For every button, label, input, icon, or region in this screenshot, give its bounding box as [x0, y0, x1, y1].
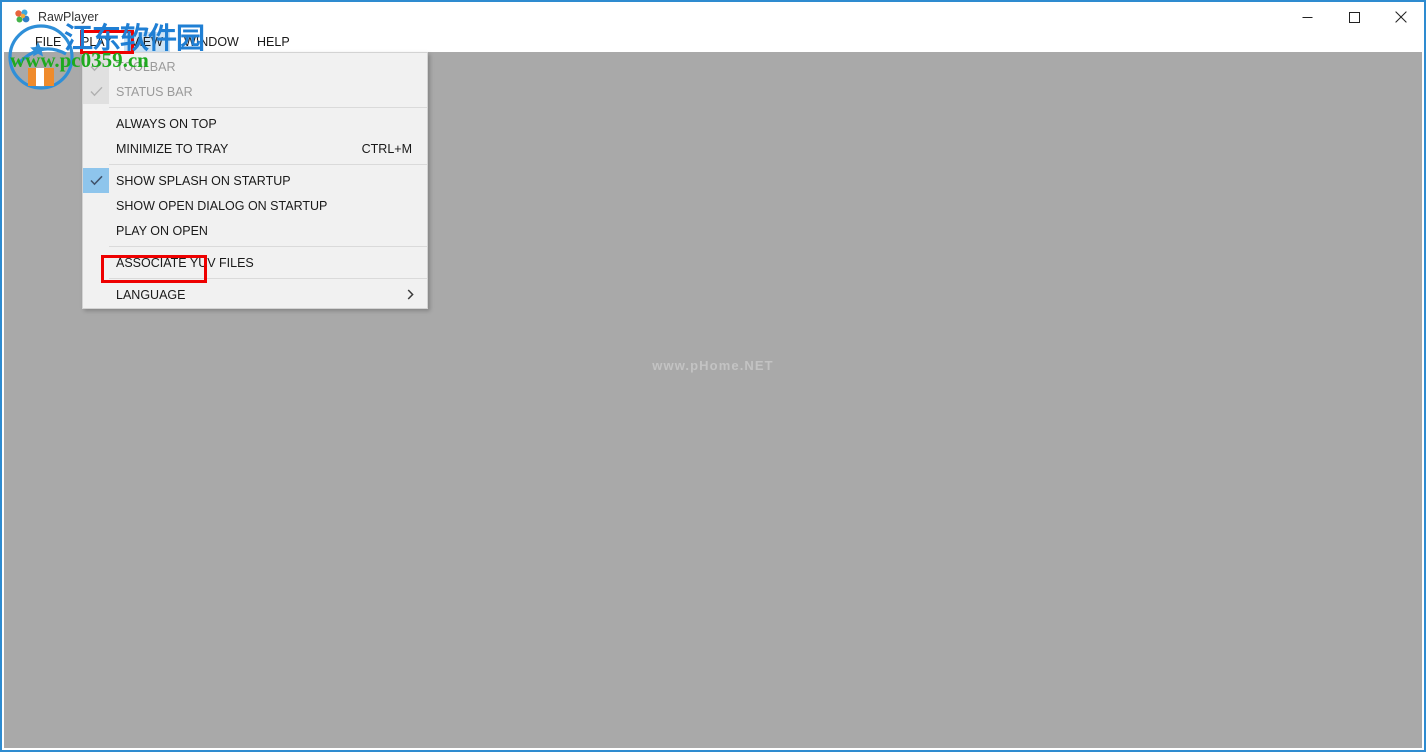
menu-separator	[109, 164, 427, 165]
menu-separator	[109, 107, 427, 108]
menubar-item-file[interactable]: FILE	[28, 32, 68, 52]
minimize-button[interactable]	[1284, 2, 1330, 32]
checkmark-gutter	[83, 250, 109, 275]
menubar-item-window[interactable]: WINDOW	[177, 32, 246, 52]
window-title: RawPlayer	[38, 10, 99, 24]
maximize-icon	[1348, 11, 1360, 23]
menu-item-minimize-to-tray[interactable]: MINIMIZE TO TRAY CTRL+M	[83, 136, 427, 161]
menu-item-label: SHOW OPEN DIALOG ON STARTUP	[116, 198, 328, 213]
checkmark-gutter	[83, 136, 109, 161]
menu-item-show-open-dialog-on-startup[interactable]: SHOW OPEN DIALOG ON STARTUP	[83, 193, 427, 218]
menu-item-always-on-top[interactable]: ALWAYS ON TOP	[83, 111, 427, 136]
menu-item-language[interactable]: LANGUAGE	[83, 282, 427, 307]
menu-item-shortcut: CTRL+M	[361, 141, 412, 156]
menu-item-label: MINIMIZE TO TRAY	[116, 141, 229, 156]
checkmark-icon	[89, 86, 103, 97]
menu-bar: FILE PLAY VIEW WINDOW HELP	[2, 32, 1424, 52]
checkmark-icon	[89, 175, 103, 186]
chevron-right-icon	[407, 289, 427, 300]
close-button[interactable]	[1378, 2, 1424, 32]
menu-item-label: PLAY ON OPEN	[116, 223, 208, 238]
checkmark-gutter	[83, 193, 109, 218]
menubar-item-play[interactable]: PLAY	[74, 32, 119, 52]
checkmark-gutter	[83, 111, 109, 136]
menu-item-status-bar[interactable]: STATUS BAR	[83, 79, 427, 104]
menu-item-show-splash-on-startup[interactable]: SHOW SPLASH ON STARTUP	[83, 168, 427, 193]
menu-item-label: SHOW SPLASH ON STARTUP	[116, 173, 291, 188]
menu-separator	[109, 246, 427, 247]
menubar-item-help[interactable]: HELP	[250, 32, 297, 52]
title-bar: RawPlayer	[2, 2, 1424, 32]
menu-item-toolbar[interactable]: TOOLBAR	[83, 54, 427, 79]
menu-separator	[109, 278, 427, 279]
minimize-icon	[1302, 16, 1312, 18]
menu-item-label: ASSOCIATE YUV FILES	[116, 255, 254, 270]
toolbar-checkmark-gutter	[83, 54, 109, 79]
checkmark-gutter	[83, 282, 109, 307]
rawplayer-logo-icon	[14, 9, 31, 26]
menu-item-label: STATUS BAR	[116, 84, 193, 99]
close-icon	[1395, 11, 1407, 23]
maximize-button[interactable]	[1331, 2, 1377, 32]
checkmark-icon	[89, 61, 103, 72]
menu-item-play-on-open[interactable]: PLAY ON OPEN	[83, 218, 427, 243]
content-watermark-text: www.pHome.NET	[652, 358, 774, 373]
menu-item-label: ALWAYS ON TOP	[116, 116, 217, 131]
view-dropdown-menu: TOOLBAR STATUS BAR ALWAYS ON TOP MINIMIZ…	[82, 52, 428, 309]
menubar-item-view[interactable]: VIEW	[124, 32, 170, 52]
status-bar-checkmark-gutter	[83, 79, 109, 104]
checkmark-gutter	[83, 218, 109, 243]
menu-item-label: LANGUAGE	[116, 287, 186, 302]
application-window: RawPlayer FILE PLAY VIEW WINDOW HELP www…	[0, 0, 1426, 752]
menu-item-associate-yuv-files[interactable]: ASSOCIATE YUV FILES	[83, 250, 427, 275]
splash-checkmark-gutter	[83, 168, 109, 193]
menu-item-label: TOOLBAR	[116, 59, 176, 74]
